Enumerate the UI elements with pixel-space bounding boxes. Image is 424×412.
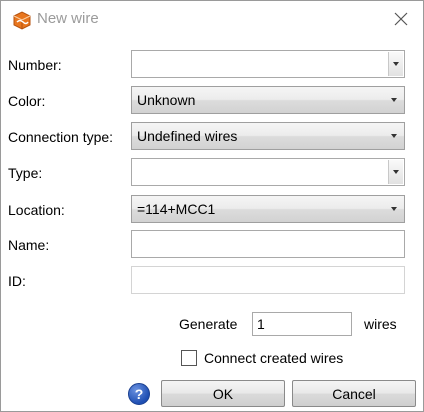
generate-count-input[interactable] (252, 312, 352, 336)
generate-label: Generate (179, 316, 238, 332)
close-icon[interactable] (387, 7, 415, 31)
type-label: Type: (8, 165, 43, 181)
location-label: Location: (8, 202, 65, 218)
number-label: Number: (8, 57, 62, 73)
chevron-down-icon[interactable] (388, 52, 403, 76)
wire-app-icon (12, 10, 32, 30)
window-title: New wire (37, 10, 99, 27)
ok-button[interactable]: OK (161, 380, 285, 407)
number-combobox[interactable] (131, 50, 405, 78)
wires-label: wires (364, 316, 397, 332)
chevron-down-icon (391, 134, 397, 138)
name-label: Name: (8, 237, 50, 253)
connect-created-wires-checkbox[interactable] (181, 350, 197, 366)
new-wire-dialog: New wire Number: Color: Unknown Connecti… (0, 0, 424, 412)
location-select[interactable]: =114+MCC1 (131, 195, 405, 223)
cancel-button[interactable]: Cancel (292, 380, 416, 407)
id-label: ID: (8, 273, 26, 289)
chevron-down-icon (391, 98, 397, 102)
location-value: =114+MCC1 (137, 201, 216, 217)
help-icon[interactable]: ? (128, 383, 150, 405)
chevron-down-icon[interactable] (388, 160, 403, 184)
connection-type-value: Undefined wires (137, 128, 238, 144)
chevron-down-icon (391, 207, 397, 211)
title-bar: New wire (1, 1, 423, 37)
color-select[interactable]: Unknown (131, 86, 405, 114)
connect-created-wires-label[interactable]: Connect created wires (204, 350, 343, 366)
name-input[interactable] (131, 230, 405, 258)
id-input (131, 266, 405, 294)
color-label: Color: (8, 93, 46, 109)
type-combobox[interactable] (131, 158, 405, 186)
color-value: Unknown (137, 92, 196, 108)
connection-type-label: Connection type: (8, 129, 114, 145)
connection-type-select[interactable]: Undefined wires (131, 122, 405, 150)
